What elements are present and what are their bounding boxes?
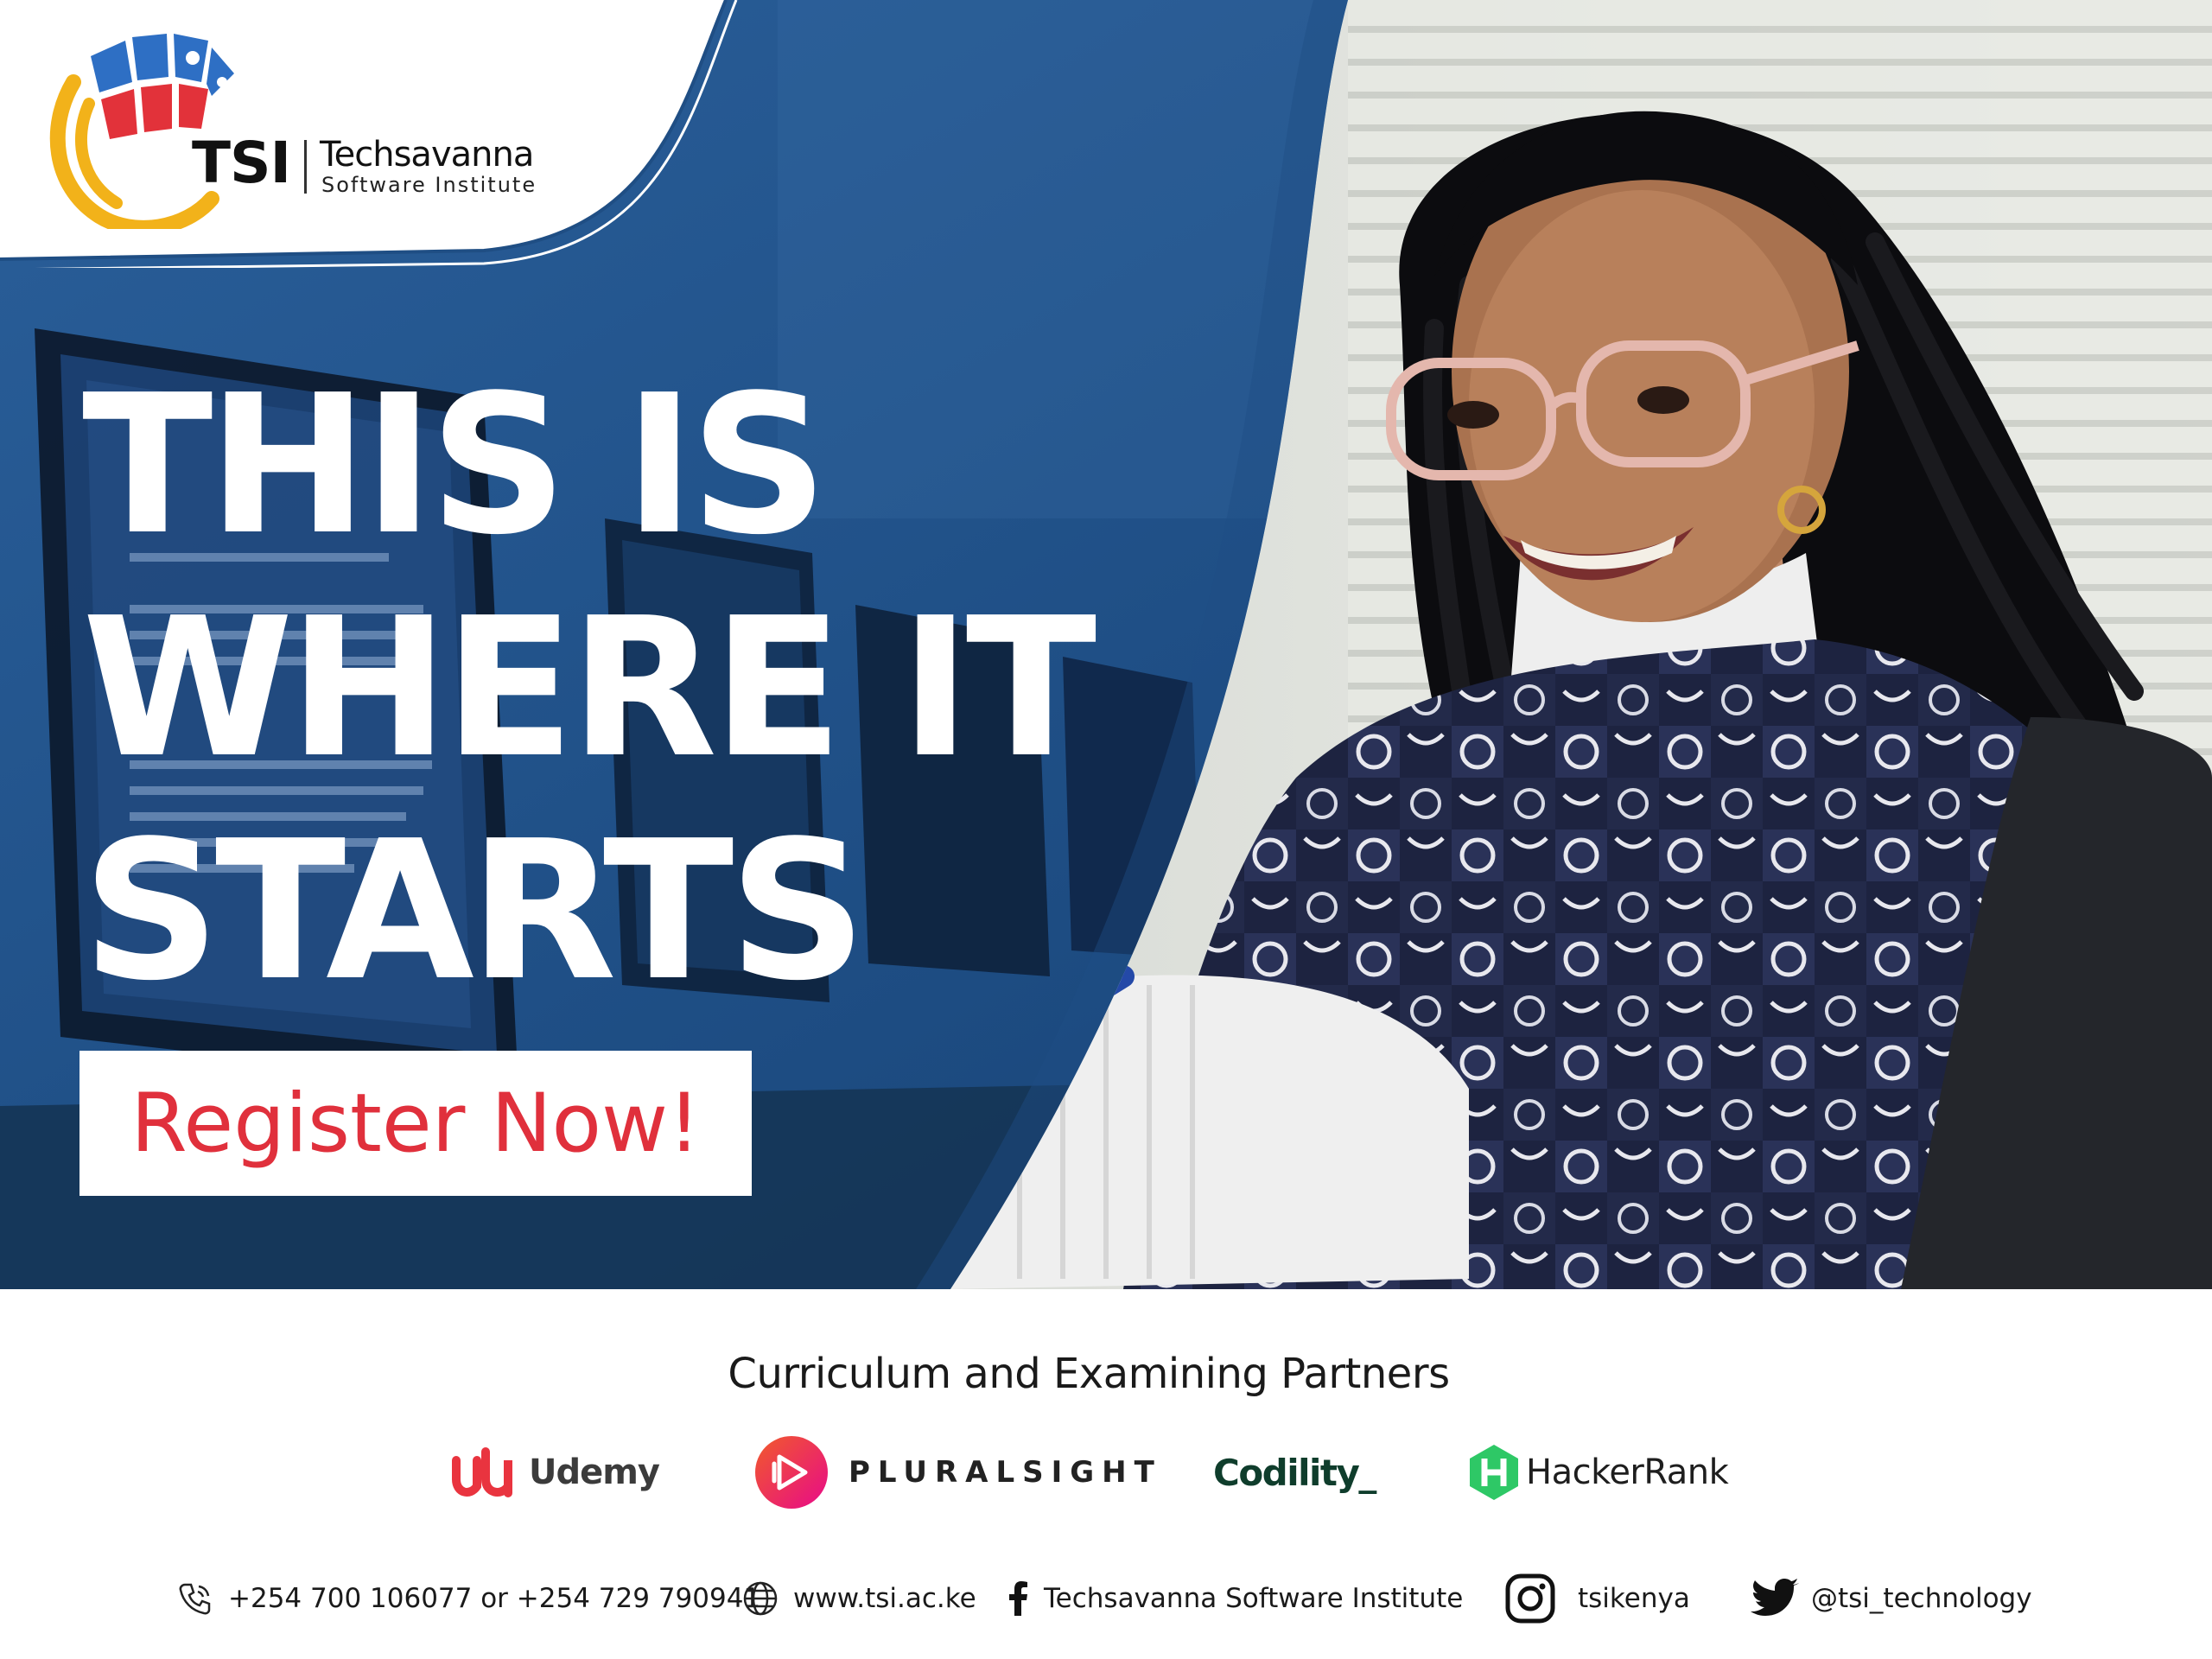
hackerrank-logo-icon (1470, 1445, 1518, 1500)
partner-hackerrank: HackerRank (1467, 1433, 1729, 1512)
logo-name: Techsavanna (320, 135, 534, 175)
partner-udemy-label: Udemy (529, 1452, 660, 1492)
contact-twitter[interactable]: @tsi_technology (1751, 1571, 2032, 1626)
pluralsight-logo-icon (755, 1436, 828, 1509)
logo-abbreviation: TSI (192, 130, 291, 196)
contact-facebook-text: Techsavanna Software Institute (1044, 1583, 1464, 1614)
contact-website[interactable]: www.tsi.ac.ke (741, 1571, 976, 1626)
logo-divider (304, 140, 307, 194)
partner-udemy: Udemy (451, 1433, 660, 1512)
headline-line-3: STARTS (82, 800, 867, 1023)
headline-line-2: WHERE IT (82, 577, 1096, 800)
phone-icon (176, 1580, 214, 1618)
globe-icon (741, 1580, 779, 1618)
partner-codility-label: Codility_ (1213, 1451, 1376, 1494)
facebook-icon (1006, 1580, 1030, 1618)
register-now-button[interactable]: Register Now! (79, 1051, 752, 1196)
partner-hackerrank-label: HackerRank (1526, 1452, 1729, 1492)
contact-phone[interactable]: +254 700 106077 or +254 729 790941 (176, 1571, 760, 1626)
twitter-icon (1751, 1578, 1801, 1619)
instagram-icon (1505, 1573, 1555, 1624)
contact-twitter-text: @tsi_technology (1811, 1583, 2032, 1614)
tsi-logo-icon (49, 34, 234, 229)
headline: THIS IS WHERE IT STARTS (82, 354, 1096, 1023)
partners-title: Curriculum and Examining Partners (728, 1350, 1450, 1398)
udemy-logo-icon (452, 1447, 512, 1497)
partner-codility: Codility_ (1213, 1433, 1376, 1512)
partner-pluralsight: PLURALSIGHT (753, 1433, 1162, 1512)
contact-instagram[interactable]: tsikenya (1505, 1571, 1690, 1626)
headline-line-1: THIS IS (82, 354, 829, 577)
contact-facebook[interactable]: Techsavanna Software Institute (1006, 1571, 1463, 1626)
logo-card: TSI Techsavanna Software Institute (0, 0, 743, 268)
contact-website-text: www.tsi.ac.ke (793, 1583, 976, 1614)
partner-pluralsight-label: PLURALSIGHT (849, 1455, 1162, 1490)
contact-phone-text: +254 700 106077 or +254 729 790941 (228, 1583, 761, 1614)
contact-instagram-text: tsikenya (1578, 1583, 1690, 1614)
logo-subtitle: Software Institute (321, 173, 537, 197)
